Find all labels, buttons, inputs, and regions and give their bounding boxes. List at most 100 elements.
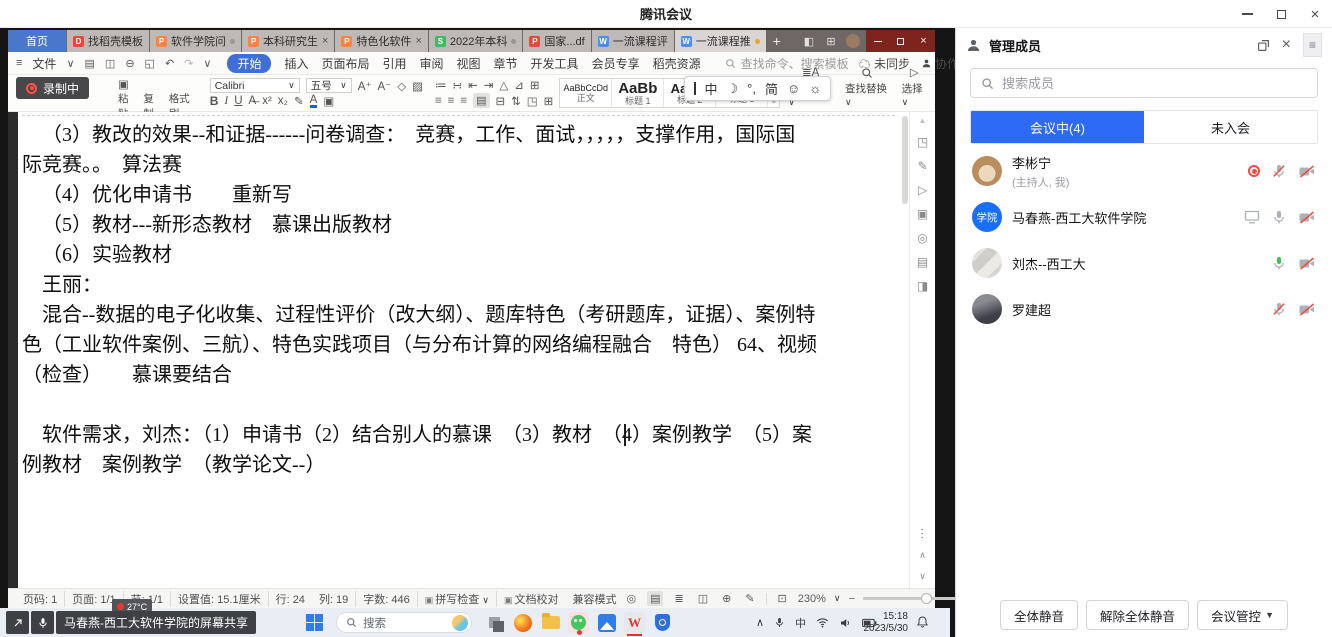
tray-ime-indicator[interactable]: 中 — [795, 615, 806, 631]
superscript-icon[interactable]: x² — [262, 95, 272, 107]
char-scale-icon[interactable]: ⊿ — [514, 78, 524, 92]
tray-expand-icon[interactable]: ∧ — [756, 616, 764, 629]
wps-minimize-button[interactable] — [866, 30, 889, 52]
taskbar-search[interactable]: 搜索 — [336, 612, 472, 633]
web-view-icon[interactable]: ⊕ — [719, 591, 734, 606]
decrease-indent-icon[interactable]: ⇤ — [468, 78, 478, 92]
wps-tab-pdf[interactable]: P 国家...df — [523, 30, 590, 52]
wifi-icon[interactable] — [816, 617, 829, 628]
paste-icon[interactable]: ▣ — [118, 77, 129, 91]
ribbon-tab-layout[interactable]: 页面布局 — [321, 55, 369, 72]
style-heading1[interactable]: AaBb 标题 1 — [612, 79, 664, 107]
char-border-icon[interactable]: ▣ — [323, 94, 334, 108]
undo-icon[interactable]: ↶ — [165, 57, 174, 70]
redo-icon[interactable]: ↷ — [184, 57, 193, 70]
shrink-font-icon[interactable]: A⁻ — [377, 79, 391, 93]
doc-line[interactable]: （3）教改的效果--和证据------问卷调查： 竞赛，工作、面试，，，，，支撑… — [22, 120, 899, 150]
wps-tab-doc5[interactable]: W 一流课程推 — [675, 30, 766, 52]
panel-close-icon[interactable]: × — [1282, 36, 1291, 54]
ribbon-tab-references[interactable]: 引用 — [382, 55, 406, 72]
prev-page-icon[interactable]: ∧ — [919, 550, 926, 561]
wechat-app[interactable] — [568, 612, 589, 633]
wps-tab-home[interactable]: 首页 — [8, 30, 66, 52]
bullet-list-icon[interactable]: ≔ — [435, 78, 447, 92]
font-name-select[interactable]: Calibri∨ — [210, 78, 300, 93]
document-area[interactable]: （3）教改的效果--和证据------问卷调查： 竞赛，工作、面试，，，，，支撑… — [8, 112, 935, 588]
number-list-icon[interactable]: ∺ — [452, 78, 462, 92]
member-row[interactable]: 学院 马春燕-西工大软件学院 — [956, 194, 1332, 240]
mic-muted-icon[interactable] — [1271, 301, 1287, 317]
tab-not-joined[interactable]: 未入会 — [1144, 111, 1317, 143]
font-size-select[interactable]: 五号∨ — [306, 78, 352, 93]
ribbon-tab-home[interactable]: 开始 — [227, 54, 271, 73]
meeting-control-button[interactable]: 会议管控 ▼ — [1197, 600, 1288, 630]
align-right-icon[interactable]: ≡ — [460, 95, 467, 107]
tab-close-icon[interactable]: × — [415, 35, 421, 47]
preview-icon[interactable]: ◱ — [145, 57, 155, 70]
doc-line[interactable]: 际竞赛。。 算法赛 — [22, 150, 899, 180]
scroll-up-icon[interactable]: ▲ — [919, 116, 927, 125]
spell-check-button[interactable]: ▣拼写检查 ∨ — [417, 591, 496, 607]
ribbon-tab-section[interactable]: 章节 — [494, 55, 518, 72]
underline-button[interactable]: U — [234, 95, 242, 107]
output-icon[interactable]: ◫ — [105, 57, 115, 70]
tab-in-meeting[interactable]: 会议中(4) — [971, 111, 1144, 143]
file-menu-caret-icon[interactable]: ∨ — [66, 57, 74, 70]
doc-line[interactable]: （4）优化申请书 重新写 — [22, 180, 899, 210]
camera-off-icon[interactable] — [1298, 256, 1316, 271]
wps-app[interactable]: W — [624, 612, 645, 633]
navigate-icon[interactable]: ◎ — [917, 231, 927, 245]
member-row[interactable]: 罗建超 — [956, 286, 1332, 332]
new-tab-button[interactable]: + — [766, 30, 788, 52]
wps-tab-doc4[interactable]: W 一流课程评 — [592, 30, 674, 52]
zoom-caret-icon[interactable]: ∨ — [834, 593, 841, 604]
strikethrough-icon[interactable]: A̶ — [249, 95, 257, 107]
camera-off-icon[interactable] — [1298, 302, 1316, 317]
quickbar-caret-icon[interactable]: ∨ — [203, 57, 211, 70]
highlight-icon[interactable]: ✎ — [294, 94, 304, 108]
hamburger-icon[interactable]: ≡ — [16, 57, 22, 69]
doc-line[interactable]: 软件需求，刘杰：（1）申请书（2）结合别人的慕课 （3）教材 （4）案例教学 （… — [22, 420, 899, 450]
wps-tab-doc3[interactable]: P 特色化软件 × — [335, 30, 427, 52]
ink-view-icon[interactable]: ✎ — [742, 591, 757, 606]
increase-indent-icon[interactable]: ⇥ — [484, 78, 494, 92]
notification-bell-icon[interactable] — [916, 615, 929, 629]
props-icon[interactable]: ◳ — [917, 135, 928, 149]
zoom-percent[interactable]: 230% — [798, 593, 826, 605]
ribbon-tab-review[interactable]: 审阅 — [420, 55, 444, 72]
distribute-icon[interactable]: ⊟ — [496, 94, 506, 108]
task-view-button[interactable] — [484, 612, 505, 633]
eye-protect-icon[interactable]: ◎ — [623, 591, 639, 606]
tray-mic-icon[interactable] — [774, 616, 785, 629]
align-left-icon[interactable]: ≡ — [435, 95, 442, 107]
split-screen-icon[interactable]: ◧ — [799, 35, 819, 48]
wps-tab-doc2[interactable]: P 本科研究生 × — [242, 30, 334, 52]
doc-line[interactable]: （5）教材---新形态教材 慕课出版教材 — [22, 210, 899, 240]
align-center-icon[interactable]: ≡ — [448, 95, 455, 107]
document-text[interactable]: （3）教改的效果--和证据------问卷调查： 竞赛，工作、面试，，，，，支撑… — [22, 120, 899, 480]
doc-line[interactable]: 王丽： — [22, 270, 899, 300]
file-explorer-app[interactable] — [540, 612, 561, 633]
find-replace-button[interactable]: 查找替换∨ — [845, 67, 890, 108]
share-arrow-icon[interactable] — [6, 611, 29, 634]
vertical-scrollbar[interactable] — [902, 116, 908, 573]
outline-view-icon[interactable]: ≣ — [671, 591, 686, 606]
doc-line[interactable]: 例教材 案例教学 （教学论文--） — [22, 450, 899, 480]
wps-account-avatar[interactable] — [846, 34, 860, 48]
ime-mode-chinese[interactable]: 中 — [705, 79, 718, 98]
shading-icon[interactable]: ◳ — [527, 94, 538, 108]
subscript-icon[interactable]: x₂ — [278, 95, 288, 107]
clear-format-icon[interactable]: ◇ — [397, 79, 406, 93]
status-word-count[interactable]: 字数: 446 — [355, 591, 416, 607]
start-button[interactable] — [306, 614, 323, 631]
ribbon-tab-member[interactable]: 会员专享 — [592, 55, 640, 72]
ime-settings-icon[interactable]: ☼ — [809, 81, 821, 96]
tab-close-icon[interactable]: × — [322, 35, 328, 47]
next-page-icon[interactable]: ∨ — [919, 571, 926, 582]
doc-line[interactable] — [22, 390, 899, 420]
border-icon[interactable]: ⊞ — [544, 94, 554, 108]
speaker-icon[interactable] — [839, 617, 852, 629]
pointer-icon[interactable]: ▷ — [918, 183, 927, 197]
print-icon[interactable]: ⊖ — [125, 57, 134, 70]
member-search-input[interactable] — [1002, 76, 1307, 91]
